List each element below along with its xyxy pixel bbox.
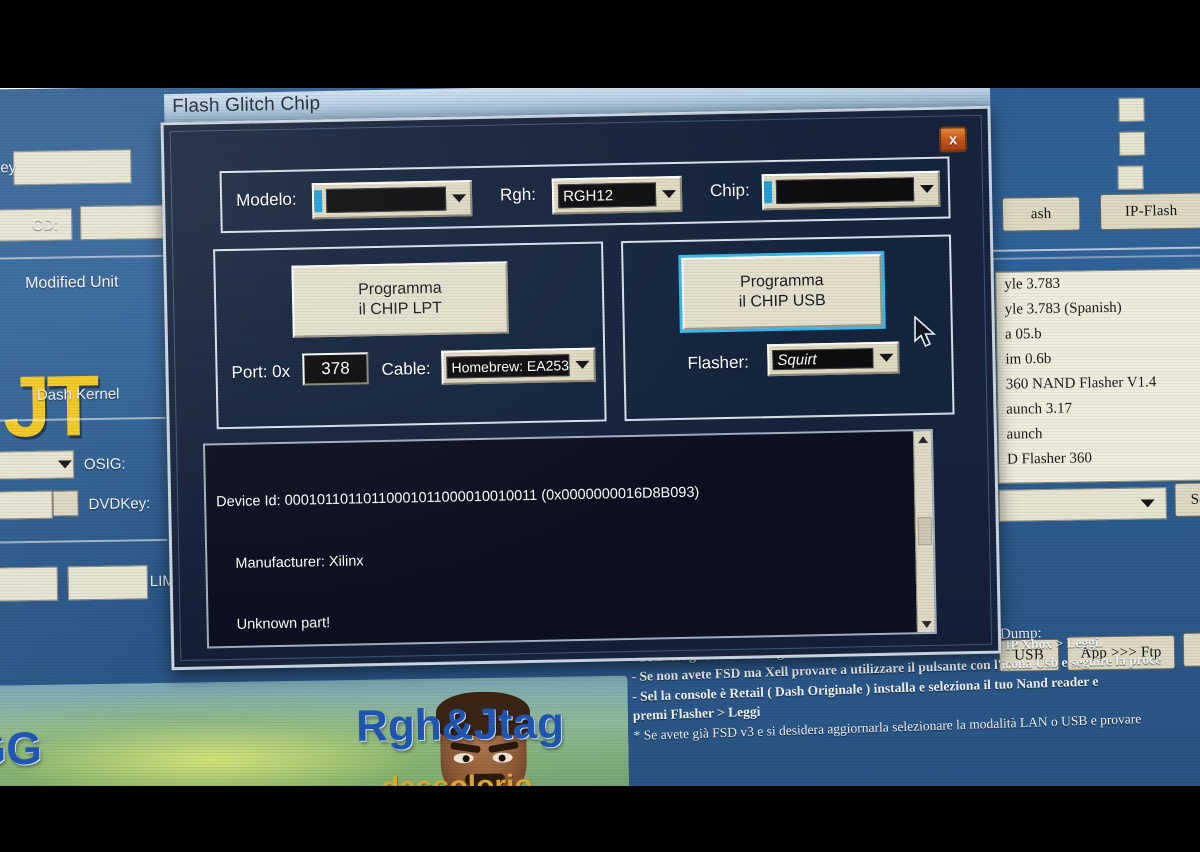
flash-glitch-chip-dialog: Flash Glitch Chip x Modelo: Rgh: RGH12 C… (160, 77, 1002, 673)
cable-label: Cable: (381, 358, 431, 379)
bg-dash-kernel-label: Dash Kernel (36, 385, 120, 404)
bg-list-item[interactable]: aunch 3.17 (1006, 401, 1072, 419)
bg-list-item[interactable]: D Flasher 360 (1007, 450, 1092, 468)
cable-combo[interactable]: Homebrew: EA253 (441, 347, 596, 385)
chevron-down-icon[interactable] (448, 182, 471, 214)
bg-divider-4 (992, 246, 1200, 252)
bg-cd-label: CD: (32, 216, 59, 234)
chevron-down-icon[interactable] (571, 350, 594, 380)
program-usb-line1: Programma (739, 272, 824, 291)
bg-divider-1 (0, 254, 163, 260)
port-input[interactable]: 378 (302, 352, 369, 386)
chip-value[interactable] (775, 177, 915, 204)
bg-list-item[interactable]: im 0.6b (1005, 351, 1051, 369)
chevron-down-icon[interactable] (875, 344, 898, 372)
bg-modified-unit-label: Modified Unit (24, 273, 119, 293)
screen-photo: -Key CD: Modified Unit JT Dash Kernel OS… (0, 0, 1200, 852)
bg-divider-3 (0, 538, 168, 544)
dialog-body: x Modelo: Rgh: RGH12 Chip: Programma il … (169, 114, 993, 662)
program-chip-usb-button[interactable]: Programma il CHIP USB (681, 253, 883, 330)
bg-list-item[interactable]: a 05.b (1005, 326, 1042, 344)
bg-toolbar-square-1[interactable] (1118, 97, 1145, 122)
flasher-value[interactable]: Squirt (772, 348, 874, 371)
bg-toolbar-square-2[interactable] (1118, 131, 1146, 156)
rgh-value[interactable]: RGH12 (557, 182, 657, 209)
log-scrollbar[interactable] (912, 430, 935, 633)
modelo-combo[interactable] (311, 180, 473, 220)
bg-scan-button[interactable]: Scan (1174, 482, 1200, 518)
bg-flash-button[interactable]: ash (1001, 196, 1081, 232)
bg-dvdkey-field[interactable] (0, 490, 53, 520)
lpt-group: Programma il CHIP LPT Port: 0x 378 Cable… (213, 241, 607, 430)
flasher-label: Flasher: (687, 352, 750, 373)
port-label: Port: 0x (231, 361, 291, 382)
log-output-panel[interactable]: Device Id: 00010110110110001011000010010… (202, 428, 937, 649)
bg-scan-caret-icon (1140, 499, 1155, 508)
bg-list-item[interactable]: aunch (1006, 426, 1042, 444)
bg-osig-label: OSIG: (83, 455, 126, 474)
program-chip-lpt-button[interactable]: Programma il CHIP LPT (291, 261, 509, 338)
bg-list-item[interactable]: yle 3.783 (1004, 276, 1060, 294)
cable-value[interactable]: Homebrew: EA253 (446, 354, 570, 379)
flasher-combo[interactable]: Squirt (767, 341, 900, 377)
bg-list-item[interactable]: yle 3.783 (Spanish) (1005, 300, 1122, 319)
photo-letterbox-top (0, 0, 1200, 88)
chevron-down-icon[interactable] (658, 178, 681, 210)
bg-osig-caret-icon (57, 460, 73, 469)
rgh-label: Rgh: (499, 184, 537, 205)
log-line: Device Id: 00010110110110001011000010010… (216, 484, 700, 511)
log-line: Manufacturer: Xilinx (227, 552, 364, 572)
bg-dvdkey-label: DVDKey: (88, 495, 151, 514)
close-icon[interactable]: x (938, 126, 968, 153)
modelo-label: Modelo: (235, 189, 297, 210)
mouse-cursor-icon (914, 316, 937, 348)
bg-dvdkey-icon[interactable] (52, 490, 79, 517)
bg-banner-right-text: Rgh&Jtag (355, 698, 565, 751)
program-usb-line2: il CHIP USB (738, 292, 826, 311)
bg-key-field[interactable] (13, 149, 132, 186)
bg-key-label: -Key (0, 159, 17, 177)
bg-banner-left-text: GG (0, 721, 43, 775)
chevron-down-icon[interactable] (916, 173, 939, 205)
bg-bottom-field-2[interactable] (67, 565, 149, 601)
program-lpt-line1: Programma (357, 279, 442, 299)
bg-list-item[interactable]: 360 NAND Flasher V1.4 (1006, 374, 1157, 393)
bg-divider-5 (992, 254, 1200, 260)
bg-bottom-field-1[interactable] (0, 566, 59, 602)
bg-toolbar-square-3[interactable] (1117, 165, 1144, 190)
usb-group: Programma il CHIP USB Flasher: Squirt (621, 234, 955, 422)
selection-group: Modelo: Rgh: RGH12 Chip: (219, 156, 951, 234)
modelo-text-caret (313, 190, 323, 213)
chip-label: Chip: (709, 180, 750, 201)
bg-ipflash-button[interactable]: IP-Flash (1099, 192, 1200, 231)
rgh-combo[interactable]: RGH12 (551, 175, 683, 215)
bg-cd-field[interactable] (79, 204, 171, 241)
scroll-up-icon[interactable] (914, 431, 930, 447)
dialog-frame: x Modelo: Rgh: RGH12 Chip: Programma il … (160, 105, 1002, 671)
chip-text-caret (763, 181, 773, 204)
scrollbar-thumb[interactable] (917, 516, 932, 545)
chip-combo[interactable] (761, 170, 941, 211)
program-lpt-line2: il CHIP LPT (358, 299, 443, 319)
scroll-down-icon[interactable] (918, 616, 934, 632)
bg-version-list[interactable]: yle 3.783 yle 3.783 (Spanish) a 05.b im … (995, 268, 1200, 484)
log-line: Unknown part! (228, 615, 331, 634)
photo-letterbox-bottom (0, 786, 1200, 852)
log-text: Device Id: 00010110110110001011000010010… (205, 431, 917, 646)
modelo-value[interactable] (325, 186, 447, 214)
